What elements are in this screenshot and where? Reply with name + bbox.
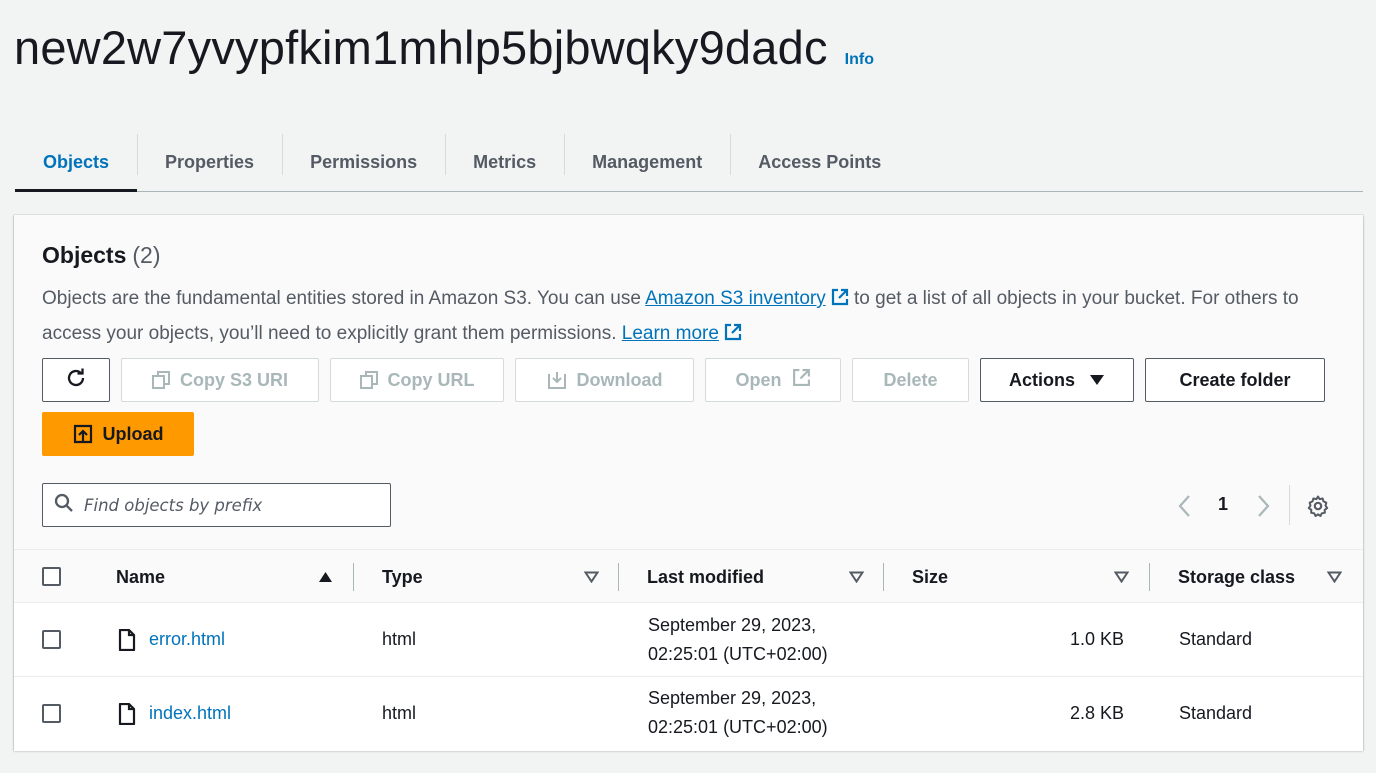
column-header-type[interactable]: Type bbox=[382, 550, 423, 604]
external-link-icon bbox=[831, 284, 849, 317]
sort-icon[interactable] bbox=[1326, 570, 1343, 588]
object-size: 1.0 KB bbox=[1069, 629, 1124, 649]
sort-icon[interactable] bbox=[848, 570, 865, 588]
previous-page-icon[interactable] bbox=[1176, 489, 1194, 523]
external-link-icon bbox=[724, 319, 742, 352]
tab-management[interactable]: Management bbox=[564, 133, 730, 191]
page-header: new2w7yvypfkim1mhlp5bjbwqky9dadc Info bbox=[14, 20, 874, 75]
objects-title: Objects bbox=[42, 242, 127, 268]
row-checkbox[interactable] bbox=[42, 704, 61, 723]
objects-count: (2) bbox=[132, 242, 161, 268]
external-link-icon bbox=[792, 368, 811, 392]
learn-more-link[interactable]: Learn more bbox=[622, 323, 719, 344]
current-page-number[interactable]: 1 bbox=[1218, 494, 1228, 515]
table-row[interactable]: index.html html September 29, 2023, 02:2… bbox=[14, 677, 1363, 751]
column-divider bbox=[353, 563, 354, 591]
object-size: 2.8 KB bbox=[1069, 703, 1124, 723]
download-icon bbox=[547, 370, 567, 390]
refresh-icon bbox=[64, 366, 88, 395]
search-icon bbox=[54, 493, 74, 518]
object-last-modified: September 29, 2023, 02:25:01 (UTC+02:00) bbox=[648, 615, 828, 664]
tab-permissions[interactable]: Permissions bbox=[282, 133, 445, 191]
column-divider bbox=[618, 563, 619, 591]
object-storage-class: Standard bbox=[1179, 629, 1253, 649]
object-type: html bbox=[382, 703, 417, 723]
object-last-modified: September 29, 2023, 02:25:01 (UTC+02:00) bbox=[648, 688, 828, 737]
objects-table-header: Name Type Last modified Size Storage cla… bbox=[14, 549, 1363, 603]
copy-icon bbox=[359, 371, 378, 389]
column-divider bbox=[1149, 563, 1150, 591]
object-type: html bbox=[382, 629, 417, 649]
tab-properties[interactable]: Properties bbox=[137, 133, 282, 191]
copy-s3-uri-button[interactable]: Copy S3 URI bbox=[121, 358, 319, 402]
objects-panel: Objects (2) Objects are the fundamental e… bbox=[14, 215, 1363, 751]
tab-access-points[interactable]: Access Points bbox=[730, 133, 909, 191]
tab-metrics[interactable]: Metrics bbox=[445, 133, 564, 191]
object-name-link[interactable]: index.html bbox=[149, 703, 231, 724]
description-text: Objects are the fundamental entities sto… bbox=[42, 288, 646, 309]
file-icon bbox=[118, 628, 136, 656]
search-input[interactable] bbox=[84, 495, 374, 515]
object-storage-class: Standard bbox=[1179, 703, 1253, 723]
copy-icon bbox=[151, 371, 170, 389]
upload-icon bbox=[73, 424, 93, 444]
settings-gear-icon[interactable] bbox=[1306, 494, 1330, 523]
sort-icon[interactable] bbox=[1113, 570, 1130, 588]
delete-button[interactable]: Delete bbox=[852, 358, 969, 402]
pagination-divider bbox=[1289, 485, 1290, 525]
sort-icon[interactable] bbox=[583, 570, 600, 588]
actions-dropdown[interactable]: Actions bbox=[980, 358, 1134, 402]
info-link[interactable]: Info bbox=[845, 51, 874, 69]
next-page-icon[interactable] bbox=[1254, 489, 1272, 523]
column-header-last-modified[interactable]: Last modified bbox=[647, 550, 764, 604]
upload-button[interactable]: Upload bbox=[42, 412, 194, 456]
objects-heading: Objects (2) bbox=[42, 242, 161, 269]
column-header-storage-class[interactable]: Storage class bbox=[1178, 550, 1295, 604]
column-header-size[interactable]: Size bbox=[912, 550, 948, 604]
bucket-tabs: Objects Properties Permissions Metrics M… bbox=[15, 133, 1363, 192]
objects-description: Objects are the fundamental entities sto… bbox=[42, 282, 1342, 352]
select-all-checkbox[interactable] bbox=[42, 567, 61, 586]
copy-url-button[interactable]: Copy URL bbox=[330, 358, 504, 402]
column-divider bbox=[883, 563, 884, 591]
download-button[interactable]: Download bbox=[515, 358, 694, 402]
bucket-name-title: new2w7yvypfkim1mhlp5bjbwqky9dadc bbox=[14, 21, 828, 74]
open-button[interactable]: Open bbox=[705, 358, 841, 402]
tab-objects[interactable]: Objects bbox=[15, 133, 138, 192]
table-row[interactable]: error.html html September 29, 2023, 02:2… bbox=[14, 603, 1363, 677]
column-header-name[interactable]: Name bbox=[116, 550, 165, 604]
refresh-button[interactable] bbox=[42, 358, 110, 402]
caret-down-icon bbox=[1089, 370, 1105, 391]
search-box bbox=[42, 483, 391, 527]
object-name-link[interactable]: error.html bbox=[149, 629, 225, 650]
row-checkbox[interactable] bbox=[42, 630, 61, 649]
create-folder-button[interactable]: Create folder bbox=[1145, 358, 1325, 402]
file-icon bbox=[118, 702, 136, 730]
s3-inventory-link[interactable]: Amazon S3 inventory bbox=[645, 288, 826, 309]
sort-ascending-icon[interactable] bbox=[318, 570, 333, 588]
